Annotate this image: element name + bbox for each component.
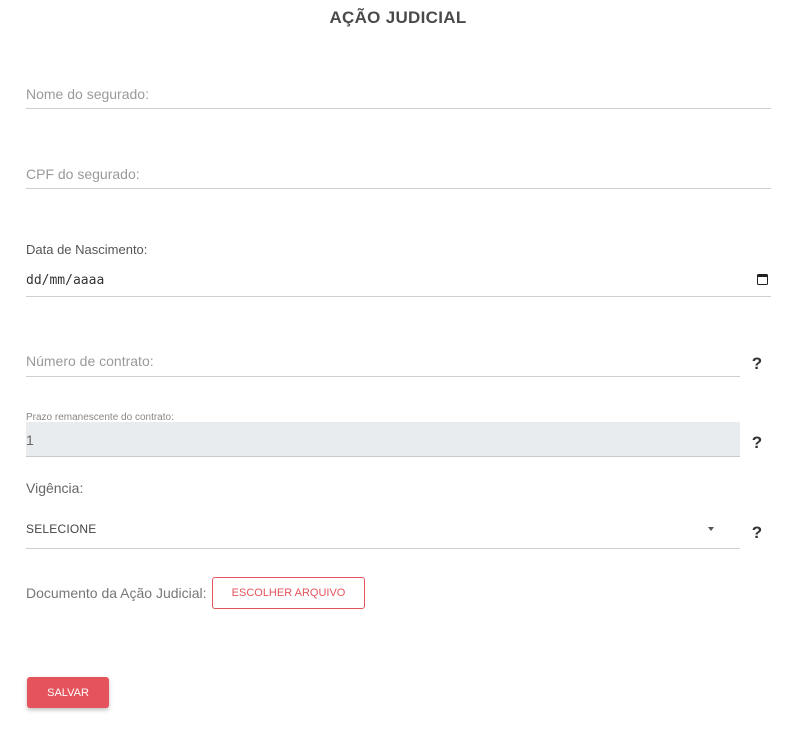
numero-contrato-field[interactable] (26, 346, 740, 377)
data-nascimento-input[interactable]: dd/mm/aaaa (26, 266, 771, 297)
prazo-value: 1 (26, 432, 34, 448)
question-mark-icon[interactable]: ? (750, 523, 764, 543)
question-mark-icon[interactable]: ? (750, 433, 764, 453)
page-title: AÇÃO JUDICIAL (329, 8, 467, 27)
data-nascimento-label: Data de Nascimento: (26, 242, 148, 257)
date-value: dd/mm/aaaa (26, 273, 105, 288)
cpf-segurado-field[interactable] (26, 160, 771, 189)
choose-file-button[interactable]: ESCOLHER ARQUIVO (212, 577, 365, 609)
documento-label: Documento da Ação Judicial: (26, 585, 207, 601)
save-button[interactable]: SALVAR (27, 677, 109, 708)
vigencia-select[interactable]: SELECIONE (26, 510, 740, 549)
cpf-segurado-input[interactable] (26, 160, 771, 188)
vigencia-selected-value: SELECIONE (26, 522, 97, 536)
caret-down-icon (708, 527, 714, 531)
calendar-icon[interactable] (757, 274, 768, 285)
numero-contrato-input[interactable] (26, 346, 740, 376)
nome-segurado-field[interactable] (26, 80, 771, 109)
question-mark-icon[interactable]: ? (750, 354, 764, 374)
prazo-remanescente-input: 1 (26, 422, 740, 457)
vigencia-label: Vigência: (26, 480, 84, 496)
nome-segurado-input[interactable] (26, 80, 771, 108)
